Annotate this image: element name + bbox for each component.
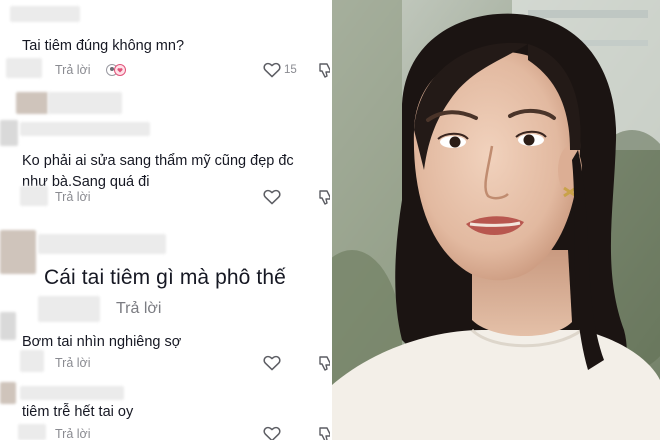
blurred-avatar [0, 120, 18, 146]
blurred-avatar [0, 312, 16, 340]
comment-panel: Tai tiêm đúng không mn? Trả lời 15 Ko ph… [0, 0, 332, 440]
comment-text: Ko phải ai sửa sang thẩm mỹ cũng đẹp đc … [22, 153, 294, 190]
blurred-username [38, 234, 166, 254]
blurred-timestamp [18, 424, 46, 440]
blurred-avatar [16, 92, 48, 114]
blurred-username [48, 92, 122, 114]
heart-icon[interactable] [263, 62, 281, 78]
reply-button[interactable]: Trả lời [55, 190, 91, 204]
like-count: 15 [284, 64, 297, 76]
blurred-avatar [0, 382, 16, 404]
heart-icon[interactable] [263, 189, 281, 205]
blurred-timestamp [20, 350, 44, 372]
comment-text: Cái tai tiêm gì mà phô thế [44, 266, 286, 289]
heart-icon[interactable] [263, 426, 281, 440]
blurred-timestamp [6, 58, 42, 78]
blurred-username [20, 386, 124, 400]
blurred-username [20, 122, 150, 136]
comment-text: Tai tiêm đúng không mn? [22, 38, 185, 54]
comment-text: Bơm tai nhìn nghiêng sợ [22, 334, 182, 350]
blurred-username [10, 6, 80, 22]
reply-button[interactable]: Trả lời [116, 300, 161, 318]
portrait-photo [332, 0, 660, 440]
heart-icon[interactable] [263, 355, 281, 371]
blurred-avatar [0, 230, 36, 274]
reaction-avatars-icon [106, 64, 126, 76]
reply-button[interactable]: Trả lời [55, 356, 91, 370]
reply-button[interactable]: Trả lời [55, 427, 91, 440]
blurred-timestamp [38, 296, 100, 322]
reply-button[interactable]: Trả lời [55, 63, 91, 77]
blurred-timestamp [20, 186, 48, 206]
comment-text: tiêm trễ hết tai oy [22, 404, 134, 420]
